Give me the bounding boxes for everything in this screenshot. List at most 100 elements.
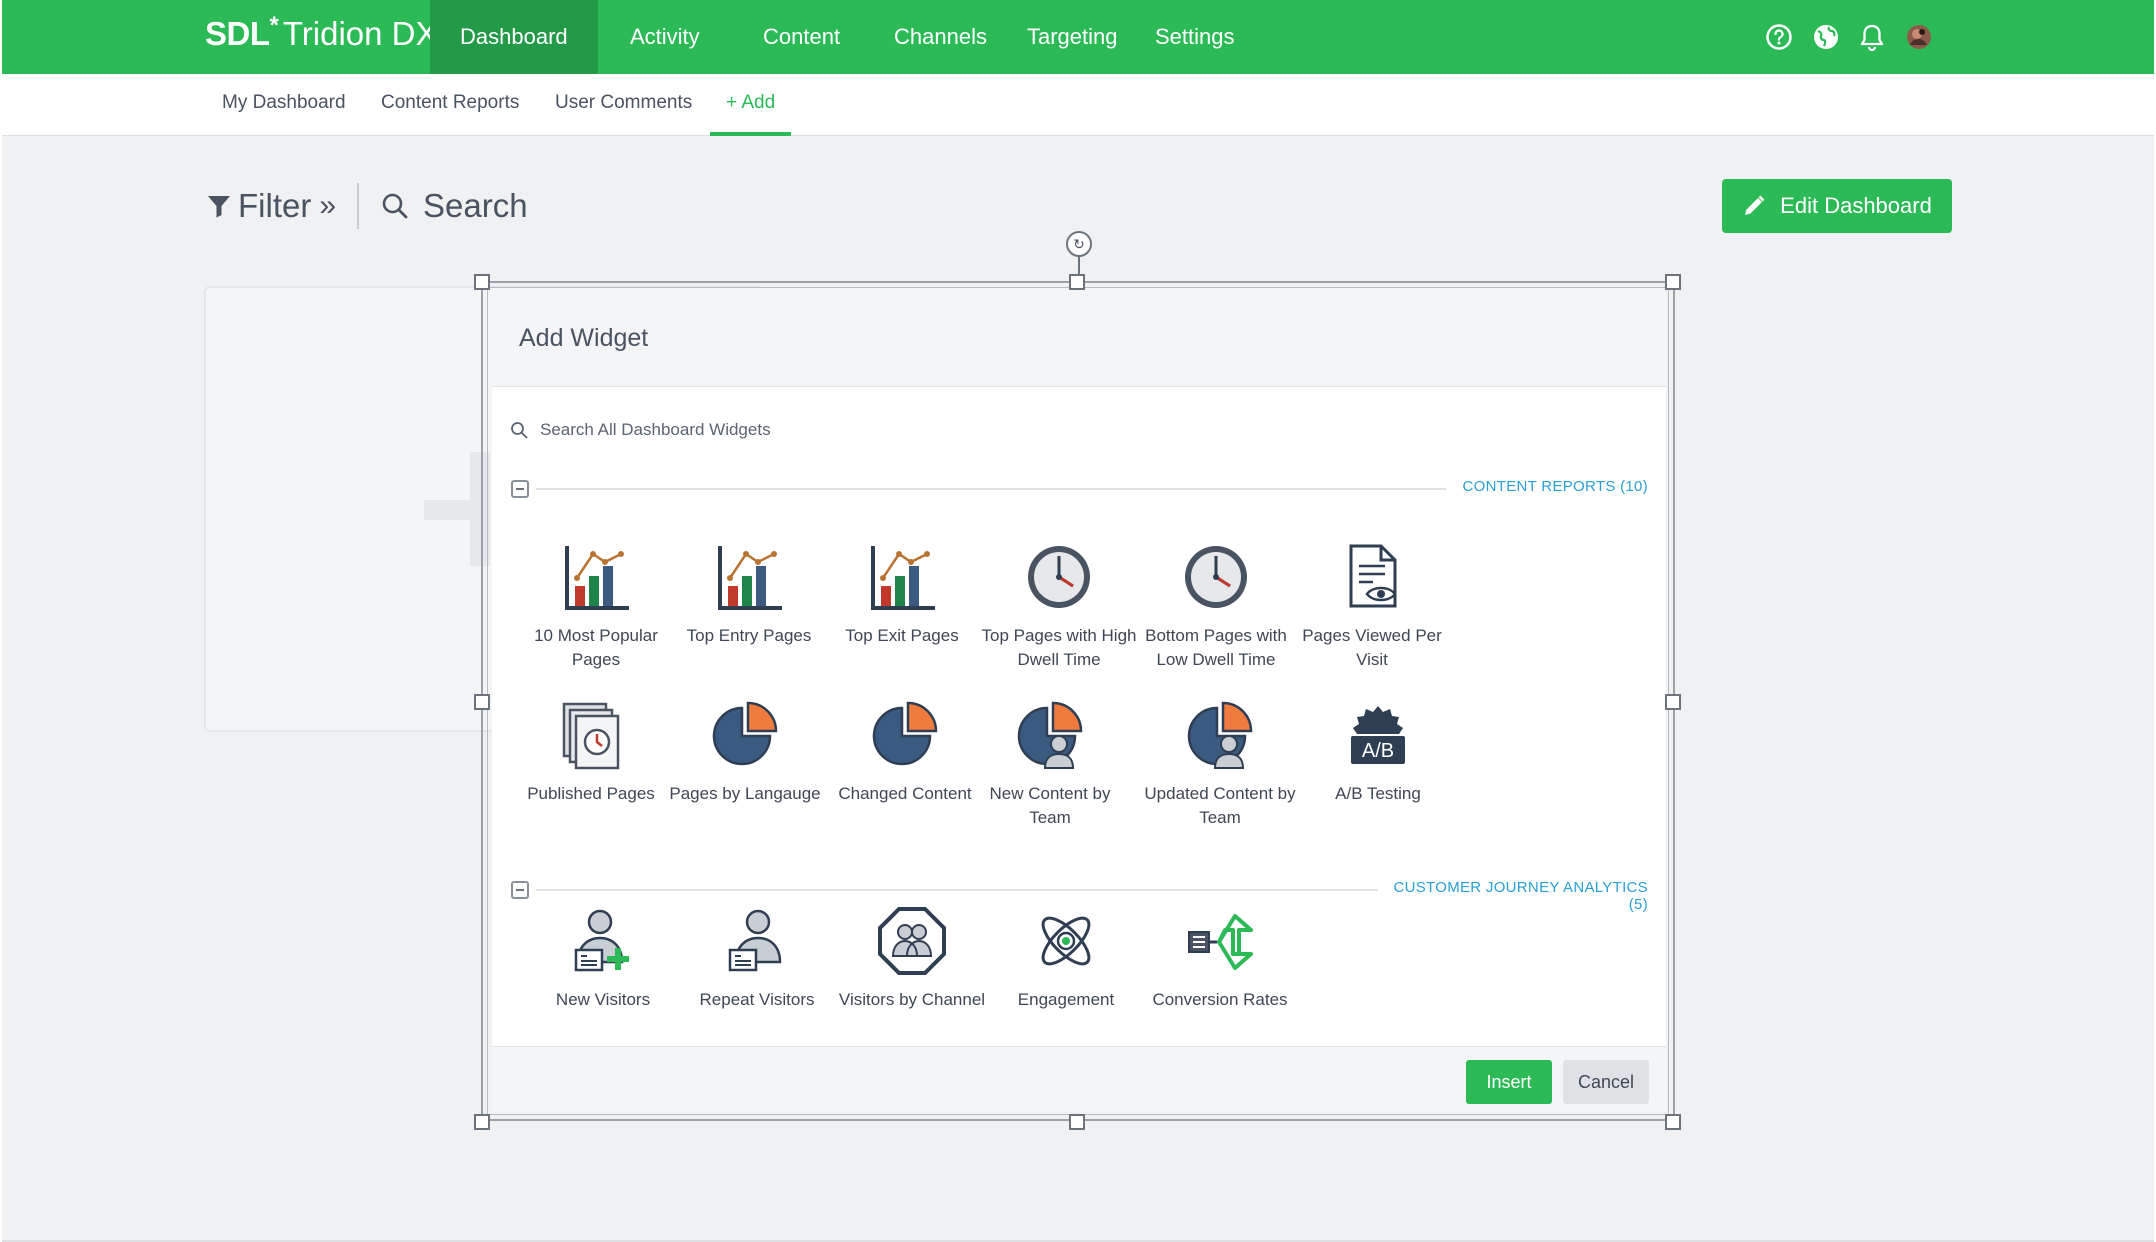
widget-visitors-by-channel[interactable]: Visitors by Channel <box>832 902 992 1012</box>
collapse-customer-journey-toggle[interactable] <box>511 881 529 899</box>
filter-toggle[interactable]: Filter » <box>206 186 336 226</box>
logo-brand: SDL <box>205 15 270 52</box>
resize-handle-top-right[interactable] <box>1665 274 1681 290</box>
chevron-double-right-icon: » <box>319 189 337 222</box>
resize-handle-top[interactable] <box>1069 274 1085 290</box>
nav-content[interactable]: Content <box>733 0 870 74</box>
dialog-header: Add Widget <box>492 288 1666 387</box>
pencil-icon <box>1745 195 1765 215</box>
svg-text:A/B: A/B <box>1362 740 1394 762</box>
widget-label: Changed Content <box>838 784 972 803</box>
resize-handle-left[interactable] <box>474 694 490 710</box>
pie-chart-user-icon <box>970 696 1130 770</box>
widget-top-pages-high-dwell-time[interactable]: Top Pages with High Dwell Time <box>979 538 1139 672</box>
widget-ab-testing[interactable]: A/B A/B Testing <box>1298 696 1458 806</box>
dashboard-search[interactable]: Search <box>381 186 528 226</box>
widget-repeat-visitors[interactable]: Repeat Visitors <box>677 902 837 1012</box>
widget-top-exit-pages[interactable]: Top Exit Pages <box>822 538 982 648</box>
nav-settings[interactable]: Settings <box>1125 0 1265 74</box>
section-divider <box>536 889 1378 891</box>
widget-pages-by-language[interactable]: Pages by Langauge <box>665 696 825 806</box>
subnav-my-dashboard[interactable]: My Dashboard <box>222 74 346 136</box>
widget-label: 10 Most Popular Pages <box>534 626 658 669</box>
resize-handle-top-left[interactable] <box>474 274 490 290</box>
widget-label: Top Exit Pages <box>845 626 959 645</box>
subnav-content-reports[interactable]: Content Reports <box>381 74 519 136</box>
filter-label: Filter <box>238 187 312 224</box>
subnav-user-comments[interactable]: User Comments <box>555 74 692 136</box>
widget-10-most-popular-pages[interactable]: 10 Most Popular Pages <box>516 538 676 672</box>
widget-bottom-pages-low-dwell-time[interactable]: Bottom Pages with Low Dwell Time <box>1136 538 1296 672</box>
top-navigation-bar: SDL * Tridion DX Dashboard Activity Cont… <box>2 0 2154 74</box>
user-avatar[interactable] <box>1904 22 1934 52</box>
pie-chart-icon <box>665 696 825 770</box>
widget-label: Pages Viewed Per Visit <box>1302 626 1442 669</box>
nav-dashboard[interactable]: Dashboard <box>430 0 598 74</box>
logo-product: Tridion DX <box>282 15 438 52</box>
widget-search-placeholder: Search All Dashboard Widgets <box>540 420 771 439</box>
search-icon <box>382 193 408 219</box>
widget-search-input[interactable]: Search All Dashboard Widgets <box>510 416 771 444</box>
search-label: Search <box>423 187 528 224</box>
widget-label: Engagement <box>1017 990 1115 1009</box>
toolbar-divider <box>357 183 359 229</box>
bar-chart-icon <box>516 538 676 612</box>
resize-handle-bottom-right[interactable] <box>1665 1114 1681 1130</box>
nav-channels[interactable]: Channels <box>864 0 1017 74</box>
user-plus-icon <box>523 902 683 976</box>
widget-label: Updated Content by Team <box>1144 784 1296 827</box>
search-icon <box>511 422 528 439</box>
widget-changed-content[interactable]: Changed Content <box>825 696 985 806</box>
insert-button[interactable]: Insert <box>1466 1060 1552 1104</box>
gear-ab-icon: A/B <box>1298 696 1458 770</box>
rotate-handle-icon[interactable]: ↻ <box>1066 231 1092 257</box>
resize-handle-bottom[interactable] <box>1069 1114 1085 1130</box>
section-title-customer-journey-analytics: CUSTOMER JOURNEY ANALYTICS (5) <box>1393 879 1648 913</box>
resize-handle-right[interactable] <box>1665 694 1681 710</box>
help-icon[interactable] <box>1764 22 1794 52</box>
widget-published-pages[interactable]: Published Pages <box>511 696 671 806</box>
widget-label: Conversion Rates <box>1152 990 1288 1009</box>
nav-activity[interactable]: Activity <box>600 0 730 74</box>
bar-chart-icon <box>822 538 982 612</box>
clock-icon <box>1136 538 1296 612</box>
pie-chart-user-icon <box>1140 696 1300 770</box>
widget-label: New Content by Team <box>989 784 1111 827</box>
sub-navigation-bar: My Dashboard Content Reports User Commen… <box>2 74 2154 136</box>
document-eye-icon <box>1292 538 1452 612</box>
widget-engagement[interactable]: Engagement <box>986 902 1146 1012</box>
pie-chart-icon <box>825 696 985 770</box>
bar-chart-icon <box>669 538 829 612</box>
product-logo[interactable]: SDL * Tridion DX <box>205 12 438 59</box>
dialog-title: Add Widget <box>519 324 649 352</box>
widget-top-entry-pages[interactable]: Top Entry Pages <box>669 538 829 648</box>
widget-label: New Visitors <box>555 990 651 1009</box>
resize-handle-bottom-left[interactable] <box>474 1114 490 1130</box>
widget-label: Top Entry Pages <box>686 626 812 645</box>
widget-new-content-by-team[interactable]: New Content by Team <box>970 696 1130 830</box>
widget-new-visitors[interactable]: New Visitors <box>523 902 683 1012</box>
widget-updated-content-by-team[interactable]: Updated Content by Team <box>1140 696 1300 830</box>
bell-icon[interactable] <box>1857 22 1887 52</box>
widget-pages-viewed-per-visit[interactable]: Pages Viewed Per Visit <box>1292 538 1452 672</box>
subnav-add[interactable]: + Add <box>710 74 792 136</box>
conversion-arrows-icon <box>1140 902 1300 976</box>
widget-label: Repeat Visitors <box>699 990 815 1009</box>
widget-label: Top Pages with High Dwell Time <box>981 626 1137 669</box>
stacked-pages-clock-icon <box>511 696 671 770</box>
users-octagon-icon <box>832 902 992 976</box>
edit-dashboard-label: Edit Dashboard <box>1780 193 1932 218</box>
filter-icon <box>208 196 230 218</box>
cancel-button[interactable]: Cancel <box>1563 1060 1649 1104</box>
globe-icon[interactable] <box>1811 22 1841 52</box>
app: SDL * Tridion DX Dashboard Activity Cont… <box>0 0 2156 1242</box>
widget-label: Published Pages <box>527 784 655 803</box>
widget-conversion-rates[interactable]: Conversion Rates <box>1140 902 1300 1012</box>
user-card-icon <box>677 902 837 976</box>
edit-dashboard-button[interactable]: Edit Dashboard <box>1722 179 1952 233</box>
widget-label: Pages by Langauge <box>669 784 821 803</box>
section-divider <box>536 488 1446 490</box>
widget-label: A/B Testing <box>1335 784 1421 803</box>
widget-label: Bottom Pages with Low Dwell Time <box>1145 626 1287 669</box>
collapse-content-reports-toggle[interactable] <box>511 480 529 498</box>
